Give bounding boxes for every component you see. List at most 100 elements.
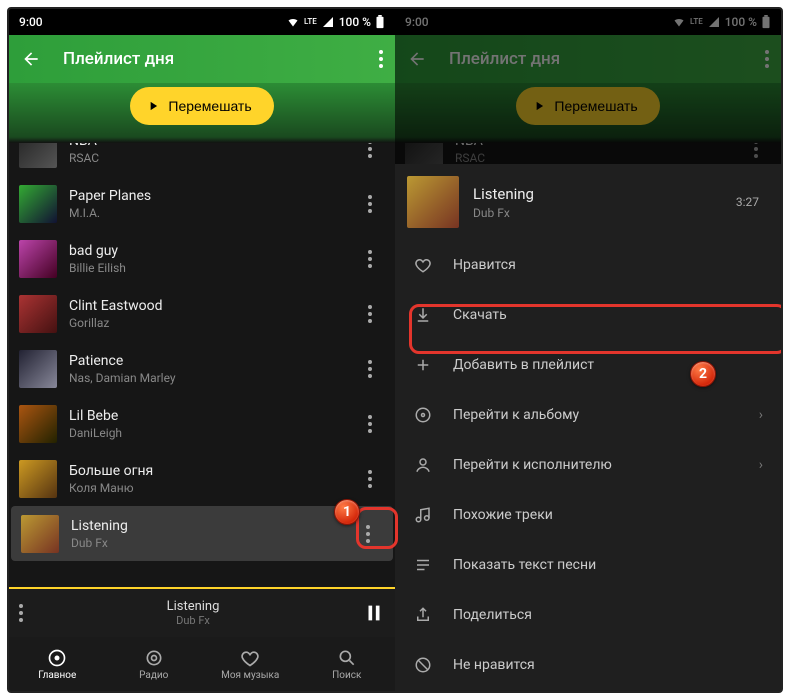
track-context-menu: Listening Dub Fx 3:27 Нравится Скачать (395, 164, 781, 691)
heart-icon (413, 256, 433, 274)
context-item-similar[interactable]: Похожие треки (395, 490, 781, 540)
album-art (19, 460, 57, 498)
context-label: Нравится (453, 257, 516, 273)
nav-home[interactable]: Главное (9, 648, 106, 681)
phone-right: 9:00 LTE 100 % Плейлист дня Перемешать (395, 9, 781, 691)
track-artist: Billie Eilish (69, 261, 353, 275)
artist-icon (413, 456, 433, 474)
context-label: Перейти к исполнителю (453, 457, 612, 473)
track-more-button[interactable] (353, 187, 387, 221)
context-item-dislike[interactable]: Не нравится (395, 640, 781, 690)
context-duration: 3:27 (736, 195, 759, 209)
track-title: Clint Eastwood (69, 298, 353, 314)
track-artist: Коля Маню (69, 481, 353, 495)
disc-icon (413, 406, 433, 424)
play-icon (146, 99, 160, 113)
album-art (19, 240, 57, 278)
track-row[interactable]: bad guy Billie Eilish (9, 231, 395, 286)
track-row[interactable]: Patience Nas, Damian Marley (9, 341, 395, 396)
signal-icon (707, 16, 721, 28)
back-icon[interactable] (21, 49, 41, 69)
track-artist: M.I.A. (69, 206, 353, 220)
album-art (19, 405, 57, 443)
track-row[interactable]: NBA RSAC (9, 143, 395, 176)
track-artist: DaniLeigh (69, 426, 353, 440)
network-label: LTE (690, 18, 703, 26)
phone-left: 9:00 LTE 100 % Плейлист дня Перемешать (9, 9, 395, 691)
share-icon (413, 606, 433, 624)
track-row[interactable]: Больше огня Коля Маню (9, 451, 395, 506)
context-track-title: Listening (473, 185, 534, 203)
network-label: LTE (304, 18, 317, 26)
nav-home-label: Главное (38, 670, 76, 681)
context-label: Перейти к альбому (453, 407, 579, 423)
shuffle-label: Перемешать (554, 98, 637, 114)
track-more-button[interactable] (353, 297, 387, 331)
shuffle-label: Перемешать (168, 98, 251, 114)
track-more-button[interactable] (353, 352, 387, 386)
track-row[interactable]: Lil Bebe DaniLeigh (9, 396, 395, 451)
shuffle-button[interactable]: Перемешать (130, 87, 273, 125)
plus-icon (413, 356, 433, 374)
battery-icon (375, 15, 385, 29)
battery-text: 100 % (339, 15, 371, 29)
track-more-button[interactable] (353, 407, 387, 441)
context-item-download[interactable]: Скачать (395, 290, 781, 340)
status-time: 9:00 (19, 15, 43, 29)
chevron-right-icon: › (759, 407, 763, 423)
pause-icon[interactable] (363, 602, 385, 624)
shuffle-button[interactable]: Перемешать (516, 87, 659, 125)
play-icon (532, 99, 546, 113)
track-more-button[interactable] (353, 143, 387, 166)
album-art (19, 295, 57, 333)
context-item-goto-artist[interactable]: Перейти к исполнителю › (395, 440, 781, 490)
header-more-icon[interactable] (379, 50, 383, 68)
track-artist: RSAC (69, 151, 353, 165)
context-item-share[interactable]: Поделиться (395, 590, 781, 640)
track-more-button[interactable] (351, 517, 385, 551)
track-more-button[interactable] (353, 242, 387, 276)
nav-search-label: Поиск (332, 670, 361, 681)
track-artist: RSAC (455, 151, 739, 165)
album-art (19, 350, 57, 388)
header-more-icon[interactable] (765, 50, 769, 68)
context-header: Listening Dub Fx 3:27 (395, 164, 781, 240)
battery-icon (761, 15, 771, 29)
track-title: Lil Bebe (69, 408, 353, 424)
track-row[interactable]: Paper Planes M.I.A. (9, 176, 395, 231)
album-art (19, 143, 57, 168)
context-item-lyrics[interactable]: Показать текст песни (395, 540, 781, 590)
annotation-badge-2: 2 (690, 361, 716, 387)
context-track-artist: Dub Fx (473, 206, 534, 220)
context-item-like[interactable]: Нравится (395, 240, 781, 290)
nowplaying-title: Listening (23, 599, 363, 614)
nav-search[interactable]: Поиск (299, 648, 396, 681)
wifi-icon (286, 16, 300, 28)
block-icon (413, 656, 433, 674)
context-label: Похожие треки (453, 507, 553, 523)
page-title: Плейлист дня (63, 49, 174, 69)
track-row[interactable]: Clint Eastwood Gorillaz (9, 286, 395, 341)
app-header: Плейлист дня (395, 35, 781, 83)
context-item-goto-album[interactable]: Перейти к альбому › (395, 390, 781, 440)
back-icon[interactable] (407, 49, 427, 69)
nav-mymusic[interactable]: Моя музыка (202, 648, 299, 681)
track-title: Paper Planes (69, 188, 353, 204)
nav-radio-label: Радио (139, 670, 168, 681)
context-label: Добавить в плейлист (453, 357, 594, 373)
track-title: Listening (71, 518, 351, 534)
annotation-badge-1: 1 (334, 499, 360, 525)
nav-mymusic-label: Моя музыка (221, 670, 279, 681)
track-title: NBA (69, 143, 353, 149)
now-playing-bar[interactable]: Listening Dub Fx (9, 587, 395, 637)
context-label: Поделиться (453, 607, 532, 623)
context-item-add-playlist[interactable]: Добавить в плейлист (395, 340, 781, 390)
track-title: bad guy (69, 243, 353, 259)
status-time: 9:00 (405, 15, 429, 29)
similar-icon (413, 506, 433, 524)
nav-radio[interactable]: Радио (106, 648, 203, 681)
track-more-button[interactable] (739, 143, 773, 166)
track-more-button[interactable] (353, 462, 387, 496)
context-label: Не нравится (453, 657, 535, 673)
status-bar: 9:00 LTE 100 % (9, 9, 395, 35)
